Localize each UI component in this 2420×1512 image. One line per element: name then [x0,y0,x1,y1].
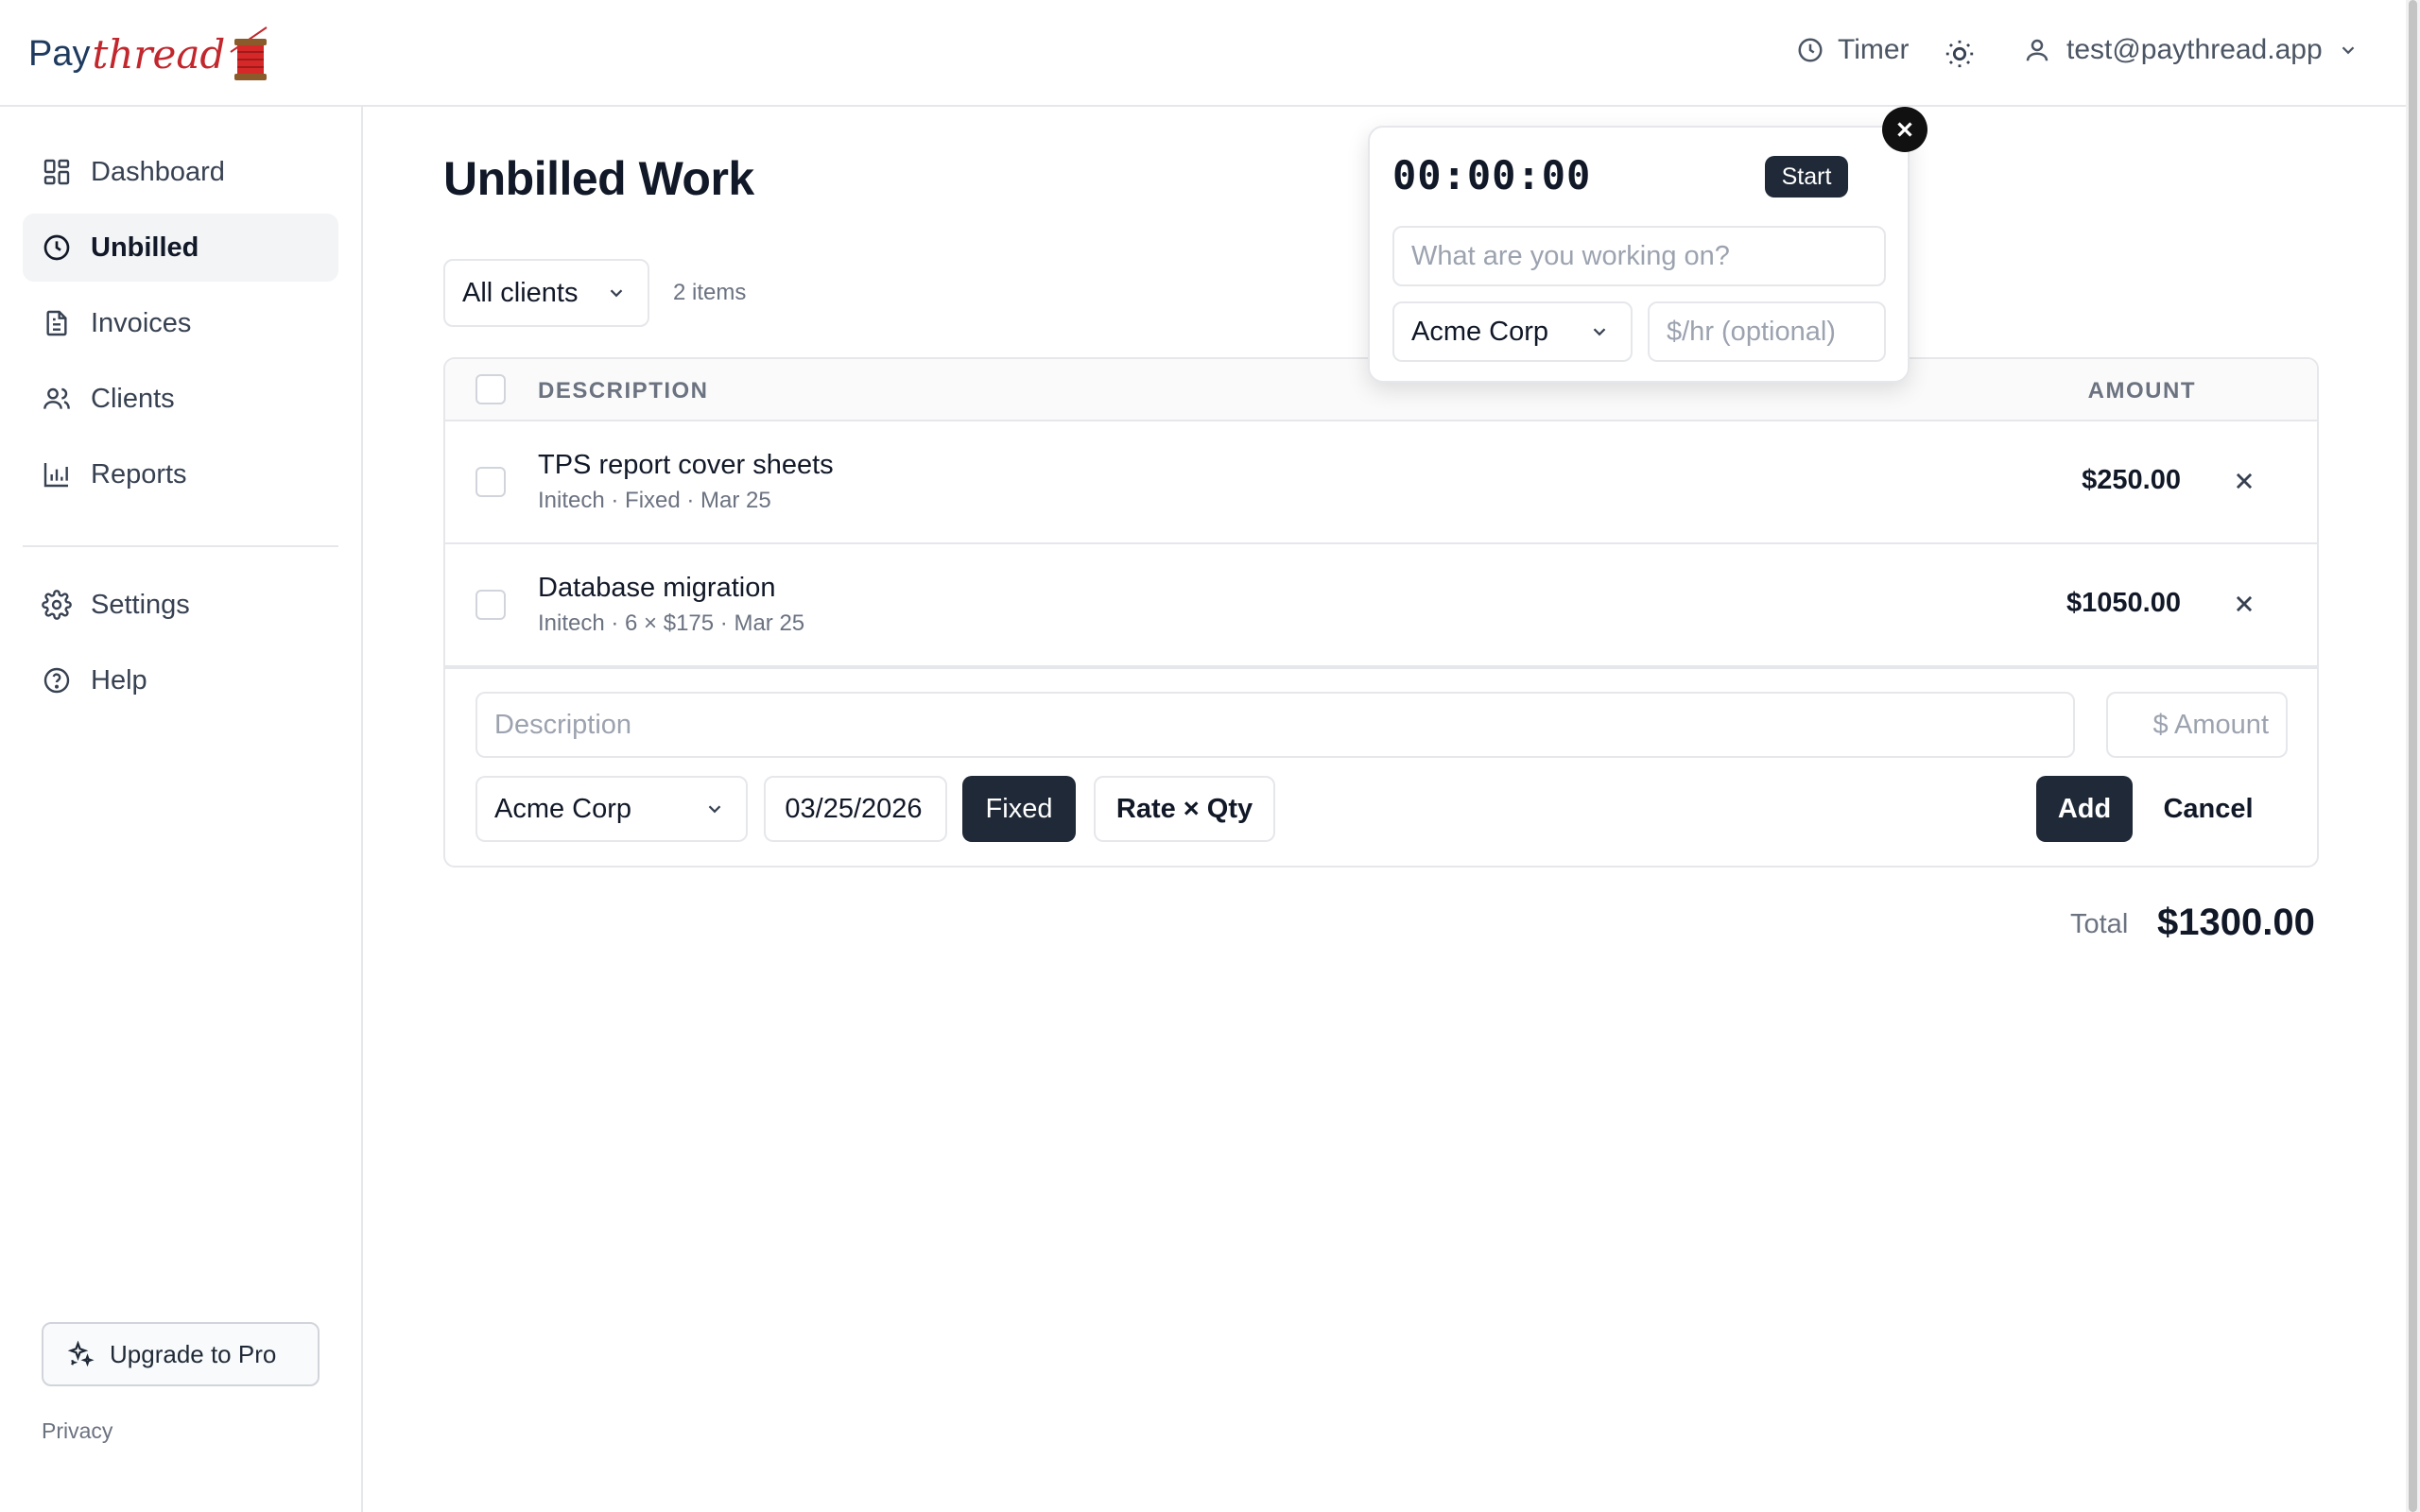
table-row: TPS report cover sheets Initech · Fixed … [445,421,2317,544]
user-menu[interactable]: test@paythread.app [2023,34,2359,66]
chevron-down-icon [2342,46,2354,55]
user-email: test@paythread.app [2066,34,2323,65]
sidebar: Dashboard Unbilled Invoices Clients Repo… [0,107,363,1512]
date-value: 03/25/2026 [785,793,923,824]
upgrade-to-pro-button[interactable]: Upgrade to Pro [42,1322,320,1386]
thread-spool-icon [230,26,268,80]
row-checkbox[interactable] [475,590,506,620]
logo-text-thread: thread [92,30,226,77]
row-meta: Initech · 6 × $175 · Mar 25 [538,610,805,636]
column-header-amount: AMOUNT [2087,378,2196,404]
sidebar-item-label: Dashboard [91,156,225,187]
remove-icon[interactable] [2228,465,2260,497]
description-input[interactable] [475,692,2075,758]
sidebar-item-label: Invoices [91,307,192,338]
sidebar-item-unbilled[interactable]: Unbilled [23,214,338,282]
timer-task-input[interactable] [1392,226,1886,286]
timer-label: Timer [1838,34,1910,65]
add-item-form: Acme Corp 03/25/2026 Fixed Rate × Qty Ad… [445,667,2317,866]
help-icon [43,667,70,694]
clock-icon [43,234,70,261]
top-bar: Pay thread Timer test@paythread.app [0,0,2406,107]
privacy-link[interactable]: Privacy [42,1418,112,1444]
row-title: Database migration [538,573,776,603]
amount-input[interactable] [2106,692,2288,758]
client-filter-value: All clients [462,277,579,308]
client-select-value: Acme Corp [494,793,632,824]
paythread-logo[interactable]: Pay thread [28,21,274,87]
close-icon [1897,122,1912,137]
fixed-toggle-button[interactable]: Fixed [962,776,1076,842]
timer-start-button[interactable]: Start [1765,156,1848,198]
timer-popover: 00:00:00 Start Acme Corp [1368,126,1910,383]
row-amount: $250.00 [2082,465,2181,495]
client-filter-select[interactable]: All clients [443,259,649,327]
row-amount: $1050.00 [2066,588,2181,618]
select-all-checkbox[interactable] [475,374,506,404]
add-button[interactable]: Add [2036,776,2133,842]
client-select[interactable]: Acme Corp [475,776,748,842]
upgrade-label: Upgrade to Pro [110,1339,277,1368]
sidebar-item-label: Help [91,664,147,696]
timer-client-select[interactable]: Acme Corp [1392,301,1633,362]
sidebar-item-reports[interactable]: Reports [23,440,338,508]
timer-display: 00:00:00 [1392,152,1592,198]
theme-toggle-button[interactable] [1944,38,1976,70]
sparkles-icon [67,1340,95,1367]
user-icon [2026,39,2048,61]
sidebar-item-invoices[interactable]: Invoices [23,289,338,357]
sidebar-item-dashboard[interactable]: Dashboard [23,138,338,206]
remove-icon[interactable] [2228,588,2260,620]
timer-close-button[interactable] [1882,107,1927,152]
total-value: $1300.00 [2157,902,2315,943]
dashboard-icon [43,159,70,185]
bar-chart-icon [43,463,68,488]
sidebar-item-settings[interactable]: Settings [23,571,338,639]
sidebar-divider [23,545,338,547]
sidebar-item-help[interactable]: Help [23,646,338,714]
sidebar-item-label: Settings [91,589,190,620]
total-label: Total [2070,909,2129,939]
sidebar-item-label: Clients [91,383,175,414]
table-row: Database migration Initech · 6 × $175 · … [445,544,2317,667]
logo-text-pay: Pay [28,33,91,74]
page-title: Unbilled Work [443,152,754,205]
cancel-button[interactable]: Cancel [2147,776,2270,842]
chevron-down-icon [708,805,721,814]
timer-client-value: Acme Corp [1411,316,1549,347]
sidebar-item-clients[interactable]: Clients [23,365,338,433]
document-icon [46,310,67,336]
rate-qty-toggle-button[interactable]: Rate × Qty [1094,776,1275,842]
scrollbar-thumb[interactable] [2409,0,2417,1512]
date-input[interactable]: 03/25/2026 [764,776,947,842]
column-header-description: DESCRIPTION [538,378,709,404]
sun-icon [1945,40,1974,68]
chevron-down-icon [1593,328,1606,336]
users-icon [43,387,70,409]
sidebar-item-label: Unbilled [91,232,199,263]
clock-icon [1798,38,1823,62]
row-checkbox[interactable] [475,467,506,497]
timer-button[interactable]: Timer [1796,34,1910,66]
timer-rate-input[interactable] [1648,301,1886,362]
unbilled-table: DESCRIPTION AMOUNT TPS report cover shee… [443,357,2319,868]
row-meta: Initech · Fixed · Mar 25 [538,488,771,513]
chevron-down-icon [610,289,623,298]
gear-icon [42,590,72,620]
scrollbar[interactable] [2406,0,2420,1512]
row-title: TPS report cover sheets [538,450,834,480]
sidebar-item-label: Reports [91,458,187,490]
items-count: 2 items [673,280,747,305]
